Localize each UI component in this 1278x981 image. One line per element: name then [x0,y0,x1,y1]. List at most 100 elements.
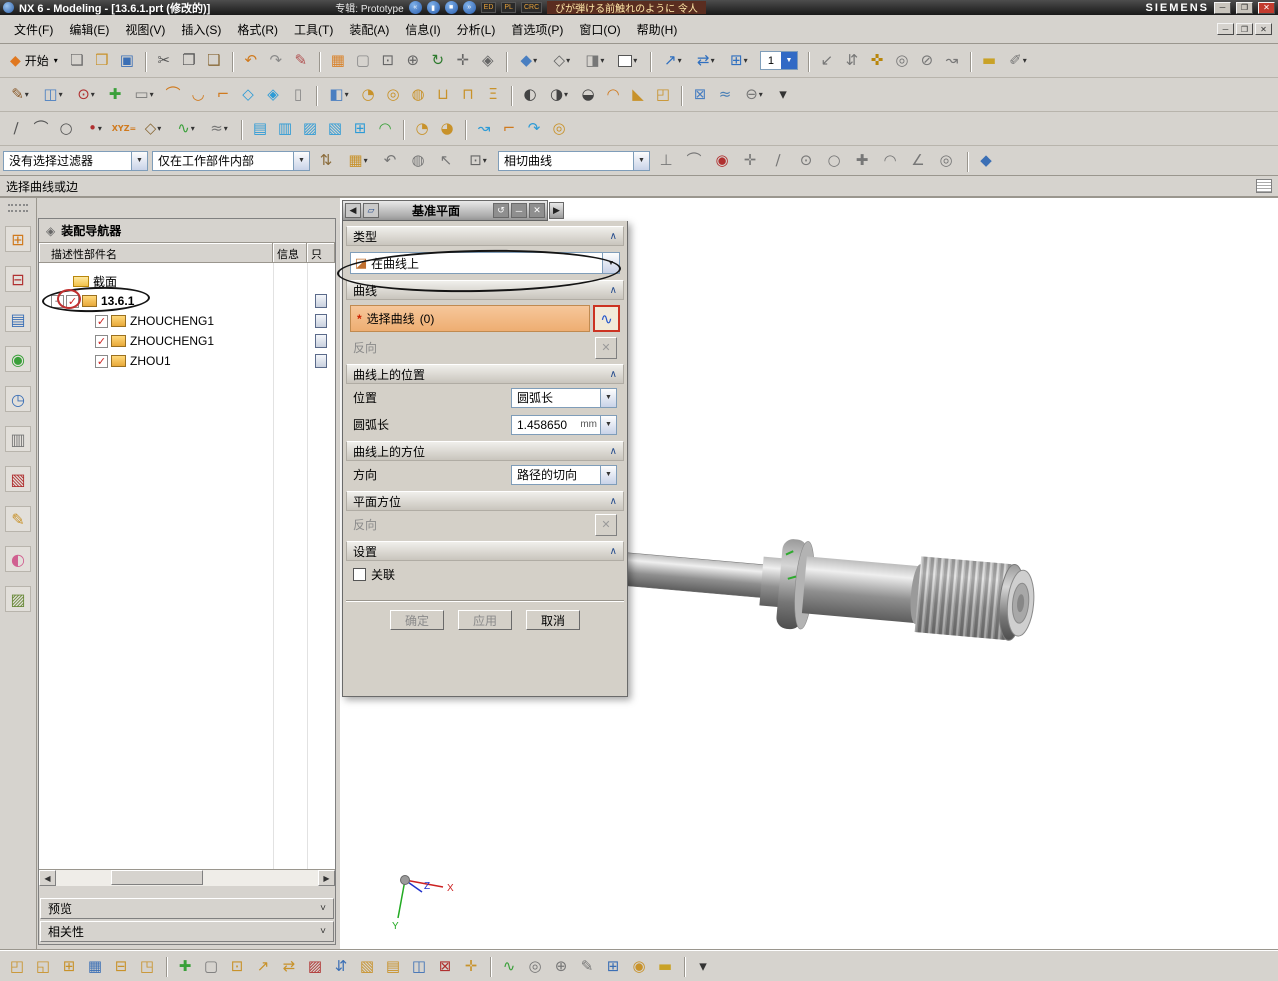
curve-section-header[interactable]: 曲线 [346,280,624,300]
pocket-icon[interactable]: ⊔ [431,83,455,107]
chevron-down-icon[interactable] [293,151,309,170]
edge-blend-icon[interactable]: ◠ [601,83,625,107]
window-maximize-button[interactable] [1236,1,1253,14]
rotate-view-icon[interactable]: ↻ [426,49,450,73]
manufacturing-wizard-icon[interactable]: ✎ [5,506,31,532]
circle-icon[interactable]: ○ [54,117,78,141]
ok-button[interactable]: 确定 [390,610,444,630]
tree-row[interactable]: ZHOUCHENG1 [39,311,335,331]
clearance-icon[interactable]: ◎ [523,954,547,978]
menu-item[interactable]: 视图(V) [117,18,173,41]
magnify-icon[interactable]: ◉ [710,149,734,173]
assembly-constraints-icon[interactable]: ⇵ [329,954,353,978]
copy-object-icon[interactable]: ⇄ [690,49,722,73]
close-component-icon[interactable]: ⊟ [109,954,133,978]
rect-icon[interactable]: ▭ [128,83,160,107]
tree-row[interactable]: 截面 [39,271,335,291]
component-label[interactable]: 截面 [93,273,117,290]
revolve-icon[interactable]: ◔ [356,83,380,107]
snap-pair-icon[interactable]: ⇅ [314,149,338,173]
through-curves-icon[interactable]: ▥ [273,117,297,141]
face-icon[interactable]: ◈ [261,83,285,107]
component-checkbox[interactable] [95,334,108,348]
component-checkbox[interactable] [95,314,108,328]
window-close-button[interactable] [1258,1,1275,14]
chevron-down-icon[interactable] [600,388,616,407]
menu-item[interactable]: 装配(A) [341,18,397,41]
spline-icon[interactable]: ∿ [170,117,202,141]
snap-endpoint-icon[interactable]: ∕ [766,149,790,173]
work-part-icon[interactable]: ◳ [135,954,159,978]
trim-body-icon[interactable]: ⊠ [681,83,712,107]
orientation-section-header[interactable]: 曲线上的方位 [346,441,624,461]
replace-component-icon[interactable]: ⇄ [277,954,301,978]
shaft-mid-section[interactable] [801,556,921,624]
collapse-icon[interactable] [610,369,617,380]
pan-view-icon[interactable]: ✛ [451,49,475,73]
open-component-icon[interactable]: ◱ [31,954,55,978]
shaded-cube-icon[interactable]: ◆ [967,149,998,173]
background-swatch-icon[interactable] [612,49,644,73]
menu-item[interactable]: 窗口(O) [571,18,628,41]
selection-flower-icon[interactable]: ✜ [865,49,889,73]
shaded-display-icon[interactable]: ◆ [505,49,545,73]
snap-tangent-icon[interactable]: ◠ [878,149,902,173]
measure-ruler-icon[interactable]: ▬ [969,49,1001,73]
n-sided-icon[interactable]: ▧ [323,117,347,141]
selection-filter-combo[interactable]: 没有选择过滤器 [3,150,148,171]
chevron-down-icon[interactable] [602,253,619,273]
unite-icon[interactable]: ◐ [511,83,542,107]
annotation-pencil-icon[interactable]: ✐ [1002,49,1034,73]
studio-spline-icon[interactable]: ◠ [373,117,397,141]
rectangle-select-icon[interactable]: ⊡ [462,149,494,173]
emboss-icon[interactable]: Ξ [481,83,505,107]
position-type-combo[interactable]: 圆弧长 [511,387,617,408]
explode-icon[interactable]: ✛ [459,954,483,978]
follow-fillet-icon[interactable]: ⌒ [682,149,706,173]
snap-point-on-curve-icon[interactable]: ◎ [934,149,958,173]
apply-button[interactable]: 应用 [458,610,512,630]
hole-icon[interactable]: ◎ [381,83,405,107]
snap-angle-icon[interactable]: ∠ [906,149,930,173]
window-minimize-button[interactable] [1214,1,1231,14]
display-box-icon[interactable]: ▢ [351,49,375,73]
fillet-icon[interactable]: ◡ [186,83,210,107]
extension-icon[interactable]: ◔ [403,117,434,141]
arc-icon[interactable]: ⌒ [161,83,185,107]
plane-type-combo[interactable]: ◪ 在曲线上 [350,252,620,274]
zoom-in-icon[interactable]: ⊕ [401,49,425,73]
product-interface-icon[interactable]: ⊕ [549,954,573,978]
tree-row[interactable]: ZHOU1 [39,351,335,371]
navigator-tree[interactable]: 截面 13.6.1 ZHOUCHENG1 ZHOUCHENG1 [39,263,335,869]
component-checkbox[interactable] [66,294,79,308]
mdi-restore-button[interactable] [1236,23,1253,35]
resource-bar-grip[interactable] [8,204,28,212]
paste-icon[interactable]: ❑ [202,49,226,73]
highlight-sphere-icon[interactable]: ◍ [406,149,430,173]
studio-surface-icon[interactable]: ◇ [236,83,260,107]
mdi-minimize-button[interactable] [1217,23,1234,35]
line-icon[interactable]: ∕ [4,117,28,141]
menu-item[interactable]: 首选项(P) [503,18,571,41]
dialog-reset-button[interactable] [493,203,509,218]
recorder-prev-button[interactable]: « [408,1,422,14]
cursor-pick-icon[interactable]: ↖ [434,149,458,173]
menu-item[interactable]: 格式(R) [229,18,286,41]
grid-snap-icon[interactable]: ▦ [342,149,374,173]
perspective-icon[interactable]: ◈ [476,49,500,73]
settings-section-header[interactable]: 设置 [346,541,624,561]
chevron-down-icon[interactable] [633,151,649,170]
visualization-icon[interactable]: ▨ [5,586,31,612]
horizontal-scrollbar[interactable] [39,869,335,886]
point-icon[interactable]: ⊙ [70,83,102,107]
dialog-close-button[interactable] [529,203,545,218]
boss-icon[interactable]: ◍ [406,83,430,107]
scroll-left-button[interactable] [39,870,56,886]
bridge-icon[interactable]: ↝ [465,117,496,141]
spline-tool-icon[interactable]: ◉ [627,954,651,978]
copy-icon[interactable]: ❐ [177,49,201,73]
save-icon[interactable]: ▣ [115,49,139,73]
mdi-close-button[interactable] [1255,23,1272,35]
cut-icon[interactable]: ✂ [144,49,176,73]
collapse-icon[interactable] [610,231,617,242]
